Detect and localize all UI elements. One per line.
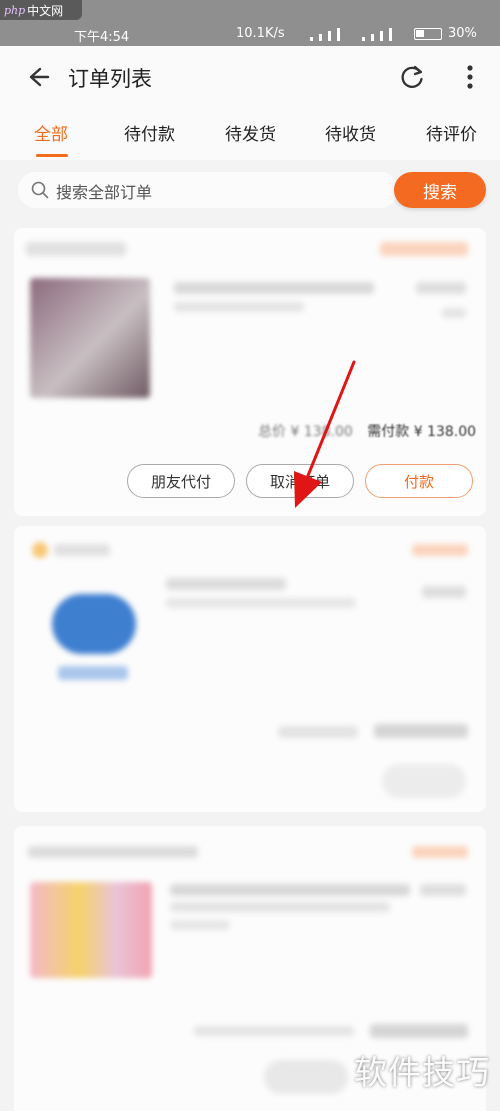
- battery-level: 30%: [448, 26, 477, 41]
- logo-php: php: [4, 3, 26, 17]
- active-tab-indicator: [36, 154, 68, 157]
- back-arrow-icon[interactable]: [22, 62, 52, 92]
- search-button[interactable]: 搜索: [394, 172, 486, 208]
- status-bar: php 中文网 下午4:54 10.1K/s 30%: [0, 0, 500, 46]
- order-card: 总价 ¥ 138.00 需付款 ¥ 138.00 朋友代付 取消订单 付款: [14, 228, 486, 516]
- tab-pending-receipt[interactable]: 待收货: [325, 120, 376, 145]
- pay-button[interactable]: 付款: [365, 464, 473, 498]
- tab-pending-shipment[interactable]: 待发货: [225, 120, 276, 145]
- order-need-pay: 需付款 ¥ 138.00: [367, 424, 477, 440]
- search-input[interactable]: 搜索全部订单: [18, 172, 398, 208]
- order-total: 总价 ¥ 138.00: [258, 424, 353, 440]
- order-total-row: 总价 ¥ 138.00 需付款 ¥ 138.00: [258, 421, 476, 441]
- page-title: 订单列表: [68, 67, 152, 91]
- signal-icon: [310, 28, 392, 41]
- tab-all[interactable]: 全部: [34, 120, 68, 145]
- order-tabs: 全部 待付款 待发货 待收货 待评价: [0, 108, 500, 160]
- search-placeholder: 搜索全部订单: [56, 183, 153, 202]
- battery-icon: [414, 28, 442, 40]
- tab-pending-payment[interactable]: 待付款: [124, 120, 175, 145]
- order-card: [14, 526, 486, 812]
- watermark: 软件技巧: [354, 1053, 490, 1092]
- status-time: 下午4:54: [74, 30, 130, 45]
- logo-cn: 中文网: [27, 3, 64, 18]
- app-header: 订单列表: [0, 46, 500, 108]
- friend-pay-button[interactable]: 朋友代付: [127, 464, 235, 498]
- network-speed: 10.1K/s: [236, 26, 285, 41]
- cancel-order-button[interactable]: 取消订单: [246, 464, 354, 498]
- more-options-icon[interactable]: [460, 62, 480, 92]
- tab-pending-review[interactable]: 待评价: [426, 120, 477, 145]
- site-logo: php 中文网: [0, 0, 82, 20]
- search-icon: [31, 181, 49, 199]
- refresh-icon[interactable]: [398, 63, 426, 91]
- search-bar: 搜索全部订单 搜索: [0, 160, 500, 220]
